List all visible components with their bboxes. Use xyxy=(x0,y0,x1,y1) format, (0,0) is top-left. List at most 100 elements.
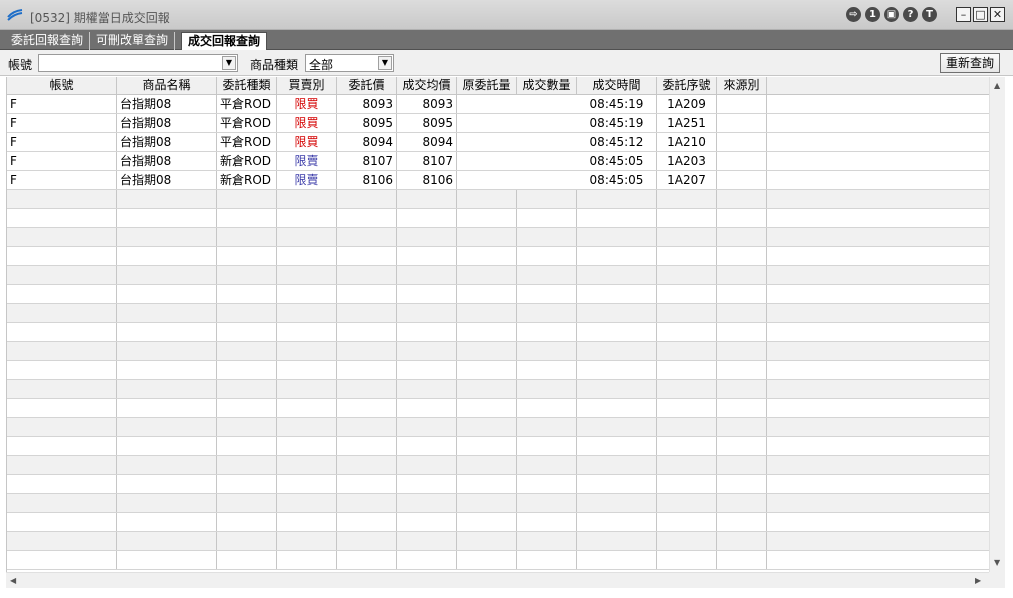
chevron-down-icon[interactable]: ▼ xyxy=(222,56,236,70)
col-product-cell xyxy=(117,456,217,474)
col-side-header[interactable]: 買賣別 xyxy=(277,77,337,95)
col-order-price-cell xyxy=(337,532,397,550)
scroll-left-icon[interactable]: ◀ xyxy=(10,576,16,585)
col-order-price-cell xyxy=(337,304,397,322)
col-orig-qty-header[interactable]: 原委託量 xyxy=(457,77,517,95)
account-select[interactable]: ▼ xyxy=(38,54,238,72)
col-seq-cell xyxy=(657,532,717,550)
col-order-type-cell xyxy=(217,361,277,379)
col-time-cell xyxy=(577,380,657,398)
table-row[interactable]: F 台指期08 平倉ROD 限買 8095 8095 08:45:19 1A251 xyxy=(7,114,990,133)
maximize-button[interactable]: □ xyxy=(973,7,988,22)
col-seq-cell xyxy=(657,380,717,398)
col-orig-qty-cell xyxy=(457,399,517,417)
scroll-down-icon[interactable]: ▼ xyxy=(994,558,1000,567)
table-row[interactable]: F 台指期08 新倉ROD 限賣 8106 8106 08:45:05 1A207 xyxy=(7,171,990,190)
col-product-header[interactable]: 商品名稱 xyxy=(117,77,217,95)
col-fill-qty-header[interactable]: 成交數量 xyxy=(517,77,577,95)
col-order-price-cell xyxy=(337,228,397,246)
minimize-button[interactable]: – xyxy=(956,7,971,22)
col-order-type-cell: 新倉ROD xyxy=(217,171,277,189)
toolbar-icons: ⇨ 1 ▣? T xyxy=(846,7,937,22)
col-orig-qty-cell xyxy=(457,171,517,189)
resize-grip-icon[interactable] xyxy=(989,572,1005,588)
col-source-cell xyxy=(717,494,767,512)
scroll-up-icon[interactable]: ▲ xyxy=(994,81,1000,90)
col-orig-qty-cell xyxy=(457,285,517,303)
col-side-cell xyxy=(277,513,337,531)
col-side-cell xyxy=(277,247,337,265)
requery-button[interactable]: 重新查詢 xyxy=(940,53,1000,73)
empty-table-row xyxy=(7,513,990,532)
col-account-cell xyxy=(7,456,117,474)
col-time-header[interactable]: 成交時間 xyxy=(577,77,657,95)
col-account-cell xyxy=(7,285,117,303)
col-side-cell: 限買 xyxy=(277,95,337,113)
col-source-header[interactable]: 來源別 xyxy=(717,77,767,95)
help-icon[interactable]: ? xyxy=(903,7,918,22)
col-source-cell xyxy=(717,171,767,189)
col-product-cell: 台指期08 xyxy=(117,95,217,113)
col-seq-cell xyxy=(657,247,717,265)
col-time-cell xyxy=(577,247,657,265)
product-type-select[interactable]: 全部 ▼ xyxy=(305,54,394,72)
col-fill-qty-cell xyxy=(517,266,577,284)
col-account-header[interactable]: 帳號 xyxy=(7,77,117,95)
table-row[interactable]: F 台指期08 平倉ROD 限買 8094 8094 08:45:12 1A210 xyxy=(7,133,990,152)
col-seq-cell xyxy=(657,456,717,474)
col-orig-qty-cell xyxy=(457,228,517,246)
exit-icon[interactable]: ⇨ xyxy=(846,7,861,22)
scroll-right-icon[interactable]: ▶ xyxy=(975,576,981,585)
col-orig-qty-cell xyxy=(457,266,517,284)
col-account-cell: F xyxy=(7,95,117,113)
col-avg-price-cell xyxy=(397,513,457,531)
empty-table-row xyxy=(7,266,990,285)
title-bar: [0532] 期權當日成交回報 ⇨ 1 ▣? T – □ ✕ xyxy=(0,0,1013,30)
empty-table-row xyxy=(7,323,990,342)
table-row[interactable]: F 台指期08 新倉ROD 限賣 8107 8107 08:45:05 1A203 xyxy=(7,152,990,171)
col-order-price-cell xyxy=(337,418,397,436)
tab-order-report[interactable]: 委託回報查詢 xyxy=(5,32,91,50)
vertical-scrollbar[interactable]: ▲ ▼ xyxy=(989,77,1005,572)
horizontal-scrollbar[interactable]: ◀ ▶ xyxy=(6,572,989,588)
col-source-cell xyxy=(717,532,767,550)
col-avg-price-cell xyxy=(397,361,457,379)
col-source-cell xyxy=(717,380,767,398)
product-type-value: 全部 xyxy=(309,58,334,72)
col-account-cell xyxy=(7,190,117,208)
table-row[interactable]: F 台指期08 平倉ROD 限買 8093 8093 08:45:19 1A209 xyxy=(7,95,990,114)
col-side-cell xyxy=(277,285,337,303)
empty-table-row xyxy=(7,342,990,361)
col-order-type-cell xyxy=(217,209,277,227)
col-order-price-cell xyxy=(337,437,397,455)
col-order-type-cell xyxy=(217,551,277,569)
col-orig-qty-cell xyxy=(457,551,517,569)
tab-cancelable-orders[interactable]: 可刪改單查詢 xyxy=(90,32,176,50)
col-time-cell xyxy=(577,266,657,284)
close-button[interactable]: ✕ xyxy=(990,7,1005,22)
col-order-type-header[interactable]: 委託種類 xyxy=(217,77,277,95)
col-source-cell xyxy=(717,304,767,322)
col-seq-cell xyxy=(657,266,717,284)
col-fill-qty-cell xyxy=(517,380,577,398)
window-icon[interactable]: ▣ xyxy=(884,7,899,22)
info-icon[interactable]: 1 xyxy=(865,7,880,22)
col-source-cell xyxy=(717,114,767,132)
col-avg-price-cell: 8094 xyxy=(397,133,457,151)
col-side-cell xyxy=(277,228,337,246)
chevron-down-icon[interactable]: ▼ xyxy=(378,56,392,70)
col-seq-header[interactable]: 委託序號 xyxy=(657,77,717,95)
col-order-price-header[interactable]: 委託價 xyxy=(337,77,397,95)
t-icon[interactable]: T xyxy=(922,7,937,22)
col-orig-qty-cell xyxy=(457,513,517,531)
col-avg-price-cell xyxy=(397,304,457,322)
col-source-cell xyxy=(717,361,767,379)
col-side-cell xyxy=(277,551,337,569)
col-order-type-cell: 平倉ROD xyxy=(217,114,277,132)
tab-fill-report[interactable]: 成交回報查詢 xyxy=(181,32,268,50)
col-order-price-cell xyxy=(337,342,397,360)
col-product-cell xyxy=(117,399,217,417)
col-orig-qty-cell xyxy=(457,247,517,265)
col-avg-price-header[interactable]: 成交均價 xyxy=(397,77,457,95)
col-account-cell xyxy=(7,361,117,379)
